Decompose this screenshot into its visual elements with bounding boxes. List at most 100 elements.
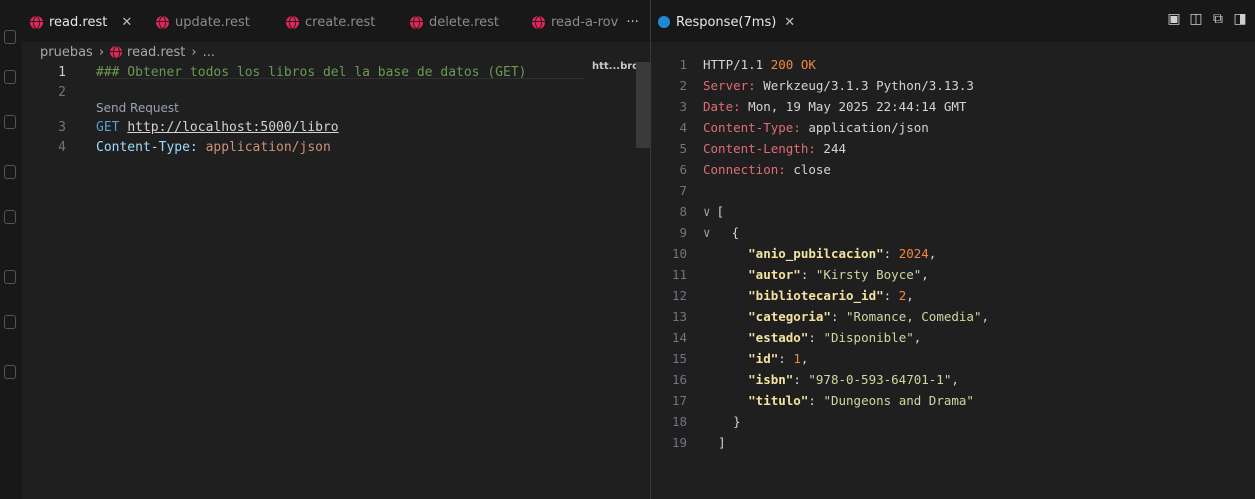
response-line[interactable]: 5 Content-Length: 244 [651,138,846,159]
status-code: 200 OK [770,57,816,72]
response-pane: Response(7ms) ✕ ▣ ◫ ⧉ ◨ 1 HTTP/1.1 200 OK… [651,0,1255,499]
json-key: "anio_pubilcacion" [748,246,884,261]
response-line[interactable]: 15 "id": 1, [651,348,808,369]
more-tabs-button[interactable]: ··· [626,15,638,30]
line-number: 5 [679,141,687,156]
punctuation: : [830,309,847,324]
code-line[interactable]: 3 GET http://localhost:5000/libro [22,116,338,138]
rest-file-icon [30,15,43,29]
editor-scrollbar[interactable] [636,62,650,148]
json-value: "Kirsty Boyce" [815,267,922,282]
status-protocol: HTTP/1.1 [703,57,771,72]
line-number: 17 [671,393,687,408]
header-value: Werkzeug/3.1.3 Python/3.13.3 [755,78,974,93]
explorer-icon[interactable] [4,30,16,44]
response-line[interactable]: 11 "autor": "Kirsty Boyce", [651,264,929,285]
response-line[interactable]: 19 ] [651,432,726,453]
tab-label: create.rest [305,14,376,30]
split-editor-icon[interactable]: ◨ [1233,12,1247,26]
tab-read-rest[interactable]: read.rest ✕ [30,8,132,36]
response-line[interactable]: 7 [651,180,703,201]
rest-client-icon[interactable] [4,365,16,379]
chevron-right-icon: › [98,44,105,60]
response-line[interactable]: 12 "bibliotecario_id": 2, [651,285,914,306]
response-line[interactable]: 17 "titulo": "Dungeons and Drama" [651,390,974,411]
punctuation: , [981,309,990,324]
run-debug-icon[interactable] [4,165,16,179]
json-brace: { [731,225,740,240]
response-line[interactable]: 1 HTTP/1.1 200 OK [651,54,816,75]
close-icon[interactable]: ✕ [121,15,132,30]
code-line[interactable]: 2 [22,81,96,103]
source-control-icon[interactable] [4,115,16,129]
tab-read-a-row[interactable]: read-a-rov ··· [532,8,639,36]
comment-text: ### Obtener todos los libros del la base… [96,64,527,80]
tab-label: delete.rest [429,14,500,30]
search-icon[interactable] [4,70,16,84]
line-number: 10 [671,246,687,261]
response-tab-bar: Response(7ms) ✕ ▣ ◫ ⧉ ◨ [651,0,1255,42]
tab-delete-rest[interactable]: delete.rest [410,8,499,36]
line-number: 3 [58,119,66,135]
breadcrumb-file[interactable]: read.rest [127,45,185,60]
line-number: 18 [671,414,687,429]
inline-hint: htt...bro [592,61,640,72]
remote-icon[interactable] [4,270,16,284]
json-value: 2024 [898,246,929,261]
punctuation [703,393,748,408]
response-line[interactable]: 10 "anio_pubilcacion": 2024, [651,243,936,264]
punctuation: : [808,330,824,345]
header-name: Content-Length: [703,141,816,156]
punctuation: , [800,351,809,366]
header-name: Date: [703,99,741,114]
response-line[interactable]: 3 Date: Mon, 19 May 2025 22:44:14 GMT [651,96,966,117]
testing-icon[interactable] [4,315,16,329]
response-line[interactable]: 6 Connection: close [651,159,830,180]
extensions-icon[interactable] [4,210,16,224]
header-name: Content-Type: [703,120,801,135]
editor-pane: read.rest ✕ update.rest create.rest dele… [22,0,650,499]
line-number: 16 [671,372,687,387]
code-line[interactable]: 1 ### Obtener todos los libros del la ba… [22,61,526,83]
close-icon[interactable]: ✕ [784,15,795,30]
punctuation [703,372,748,387]
line-number: 8 [679,204,687,219]
header-name: Server: [703,78,756,93]
response-line[interactable]: 18 } [651,411,741,432]
response-line[interactable]: 4 Content-Type: application/json [651,117,928,138]
json-key: "estado" [748,330,809,345]
punctuation [703,267,748,282]
json-key: "bibliotecario_id" [748,288,884,303]
rest-file-icon [156,15,169,29]
punctuation [703,288,748,303]
response-line[interactable]: 16 "isbn": "978-0-593-64701-1", [651,369,959,390]
breadcrumb-tail[interactable]: ... [203,45,215,60]
line-number: 9 [679,225,687,240]
tab-create-rest[interactable]: create.rest [286,8,375,36]
save-body-icon[interactable]: ◫ [1189,12,1203,26]
request-url[interactable]: http://localhost:5000/libro [127,120,338,135]
response-line[interactable]: 13 "categoria": "Romance, Comedia", [651,306,989,327]
save-icon[interactable]: ▣ [1167,12,1181,26]
response-line[interactable]: 2 Server: Werkzeug/3.1.3 Python/3.13.3 [651,75,974,96]
punctuation [703,330,748,345]
line-number: 4 [679,120,687,135]
tab-label: read-a-rov [551,14,619,30]
breadcrumb-folder[interactable]: pruebas [40,45,93,60]
copy-icon[interactable]: ⧉ [1211,12,1225,26]
send-request-link[interactable]: Send Request [96,101,179,115]
json-bracket: [ [716,204,725,219]
tab-update-rest[interactable]: update.rest [156,8,250,36]
code-line[interactable]: 4 Content-Type: application/json [22,136,331,158]
line-number: 1 [58,64,66,80]
response-icon [658,16,670,28]
tab-response[interactable]: Response(7ms) ✕ [658,8,795,36]
json-value: "Romance, Comedia" [846,309,982,324]
header-key: Content-Type: [96,139,198,155]
punctuation: , [921,267,929,282]
punctuation [703,414,733,429]
response-line[interactable]: 9 ∨ { [651,222,739,243]
response-line[interactable]: 8 ∨ [ [651,201,724,222]
response-line[interactable]: 14 "estado": "Disponible", [651,327,921,348]
line-number: 2 [679,78,687,93]
